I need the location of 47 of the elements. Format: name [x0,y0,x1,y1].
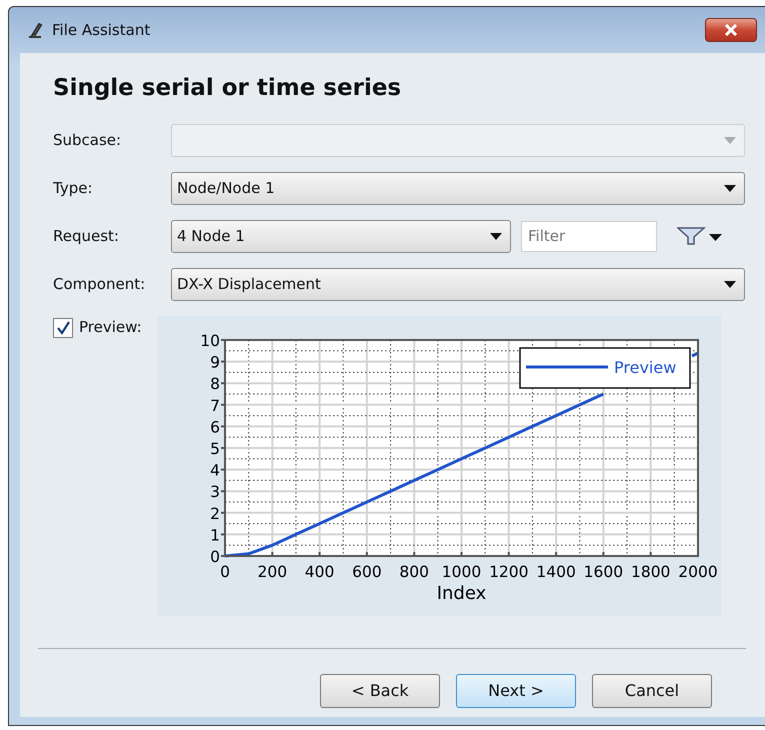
x-tick-label: 200 [257,562,287,580]
x-tick-label: 1200 [488,562,528,580]
filter-icon[interactable] [677,226,725,246]
caret-icon [724,280,736,288]
dialog-button[interactable]: < Back [320,674,440,708]
field-label: Subcase: [52,130,122,151]
checkbox[interactable] [53,318,73,338]
x-tick-label: 1000 [441,562,481,580]
dropdown[interactable]: 4 Node 1 [171,220,511,252]
y-tick-label: 1 [210,526,220,544]
dropdown[interactable]: Node/Node 1 [171,172,745,204]
y-tick-label: 5 [210,440,220,458]
field-label: Component: [52,274,146,295]
checkbox-label: Preview: [79,316,142,338]
legend-label: Preview [614,358,676,376]
y-tick-label: 4 [210,461,220,480]
x-tick-label: 1600 [583,562,623,580]
caret-icon [490,232,502,240]
y-tick-label: 9 [210,353,220,372]
page-heading: Single serial or time series [53,74,402,103]
close-button[interactable] [705,18,757,42]
y-tick-label: 2 [210,504,220,522]
caret-icon [724,136,736,144]
dropdown[interactable]: DX-X Displacement [171,268,745,300]
close-icon [723,24,739,36]
y-tick-label: 8 [210,374,220,393]
caret-icon [724,184,736,192]
x-axis-label: Index [436,582,486,604]
filter-field[interactable]: Filter [521,220,657,252]
microscope-icon [26,21,44,39]
y-tick-label: 7 [210,396,220,414]
x-tick-label: 0 [220,562,230,580]
x-tick-label: 800 [399,562,429,580]
y-tick-label: 3 [210,482,220,501]
y-tick-label: 10 [200,332,220,350]
x-tick-label: 600 [352,562,382,580]
window-title: File Assistant [52,20,150,41]
x-tick-label: 400 [304,562,334,580]
field-label: Request: [52,226,120,247]
y-tick-label: 6 [210,418,220,436]
x-tick-label: 1800 [630,562,670,580]
x-tick-label: 2000 [678,562,718,580]
dialog-button[interactable]: Next > [456,674,576,708]
dialog-button[interactable]: Cancel [592,674,712,708]
x-tick-label: 1400 [536,562,576,580]
y-tick-label: 0 [210,548,220,566]
field-label: Type: [52,178,94,199]
